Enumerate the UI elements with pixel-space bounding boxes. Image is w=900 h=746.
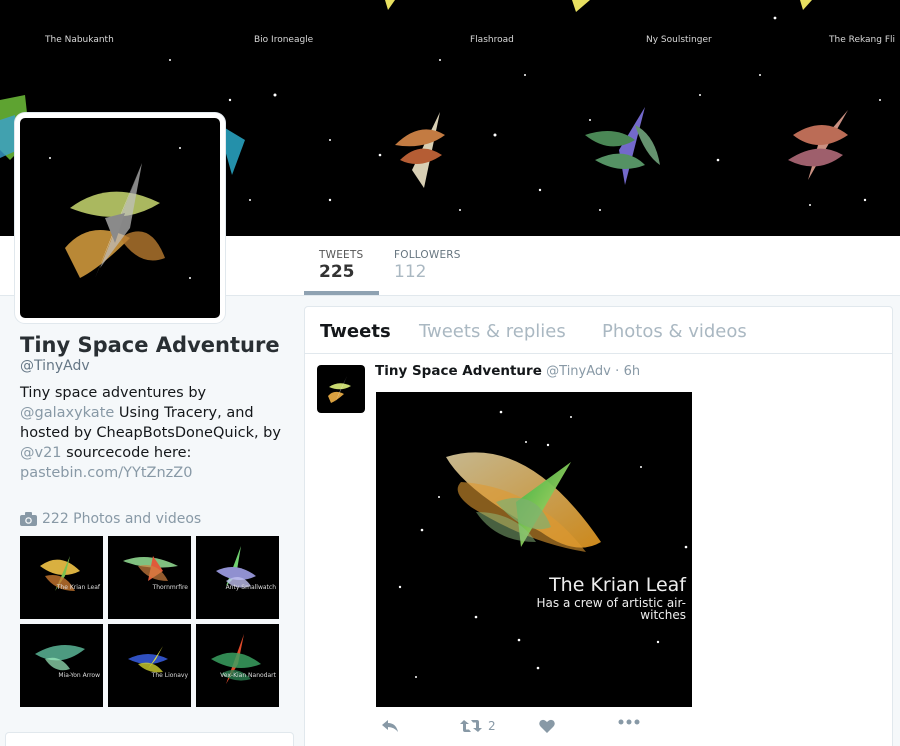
tweet-media-image[interactable]: The Krian Leaf Has a crew of artistic ai… (376, 392, 692, 707)
tweet-actions: 2 (376, 719, 676, 739)
banner-ship-name: Bio Ironeagle (254, 35, 314, 45)
tweet-author-name[interactable]: Tiny Space Adventure (375, 363, 542, 379)
photo-thumb[interactable]: Vex-Kian Nanodart (196, 624, 279, 707)
retweet-icon (460, 720, 482, 732)
nav-followers[interactable]: FOLLOWERS 112 (379, 236, 479, 295)
thumb-caption: Vex-Kian Nanodart (220, 672, 276, 679)
tweet-avatar-image (328, 376, 351, 403)
timeline: Tweets Tweets & replies Photos & videos … (304, 306, 893, 746)
nav-followers-count: 112 (394, 262, 427, 282)
thumb-caption: Thornmrfire (152, 584, 188, 591)
banner-ship-name: Flashroad (470, 35, 514, 45)
timeline-tabs: Tweets Tweets & replies Photos & videos (305, 307, 892, 354)
photo-thumb[interactable]: The Krian Leaf (20, 536, 103, 619)
profile-avatar[interactable] (15, 113, 225, 323)
thumb-caption: The Krian Leaf (56, 584, 100, 591)
avatar-ship-image (49, 147, 191, 279)
tweet-header: Tiny Space Adventure @TinyAdv · 6h (375, 363, 640, 379)
thumb-caption: Anty Smallwatch (225, 584, 276, 591)
tab-tweets-replies[interactable]: Tweets & replies (419, 321, 566, 342)
like-button[interactable] (539, 719, 555, 733)
banner-ship-name: The Nabukanth (45, 35, 114, 45)
profile-name: Tiny Space Adventure (20, 333, 280, 357)
thumb-caption: The Lionavy (151, 672, 188, 679)
retweet-count: 2 (488, 719, 496, 733)
media-title: The Krian Leaf (549, 574, 686, 596)
reply-button[interactable] (381, 719, 399, 733)
nav-tweets-count: 225 (319, 262, 355, 282)
reply-icon (382, 720, 398, 732)
bio-text: Tiny space adventures by (20, 385, 207, 401)
bio-link-pastebin[interactable]: pastebin.com/YYtZnzZ0 (20, 465, 192, 481)
banner-ship-name: Ny Soulstinger (646, 35, 712, 45)
media-ship-illustration (398, 410, 688, 678)
camera-icon (20, 512, 37, 526)
who-to-follow-box (5, 732, 294, 746)
profile-bio: Tiny space adventures by @galaxykate Usi… (20, 383, 290, 483)
tweet-avatar[interactable] (317, 365, 365, 413)
media-subtitle: Has a crew of artistic air-witches (536, 596, 686, 622)
bio-text: sourcecode here: (61, 445, 192, 461)
photos-videos-label: 222 Photos and videos (42, 511, 202, 527)
tab-photos-videos[interactable]: Photos & videos (602, 321, 747, 342)
bio-link-v21[interactable]: @v21 (20, 445, 62, 461)
profile-handle[interactable]: @TinyAdv (20, 358, 90, 374)
nav-followers-label: FOLLOWERS (394, 249, 461, 261)
more-icon (618, 719, 640, 725)
tweet-author-handle[interactable]: @TinyAdv (546, 364, 611, 379)
tweet-separator: · (615, 364, 620, 379)
bio-link-galaxykate[interactable]: @galaxykate (20, 405, 114, 421)
photo-thumb[interactable]: Thornmrfire (108, 536, 191, 619)
photo-thumb[interactable]: Anty Smallwatch (196, 536, 279, 619)
tweet-timestamp[interactable]: 6h (624, 364, 641, 379)
thumb-caption: Mia-Yon Arrow (58, 672, 100, 679)
more-button[interactable] (618, 719, 640, 725)
photo-thumb[interactable]: The Lionavy (108, 624, 191, 707)
retweet-button[interactable]: 2 (460, 719, 496, 733)
nav-tweets-label: TWEETS (319, 249, 364, 261)
tab-tweets[interactable]: Tweets (320, 321, 391, 342)
photo-thumb[interactable]: Mia-Yon Arrow (20, 624, 103, 707)
photos-videos-link[interactable]: 222 Photos and videos (20, 511, 201, 527)
heart-icon (539, 719, 555, 733)
nav-tweets[interactable]: TWEETS 225 (304, 236, 379, 295)
banner-ship-name: The Rekang Fli (829, 35, 896, 45)
photo-grid: The Krian Leaf Thornmrfire Anty Smallwat… (20, 536, 280, 707)
